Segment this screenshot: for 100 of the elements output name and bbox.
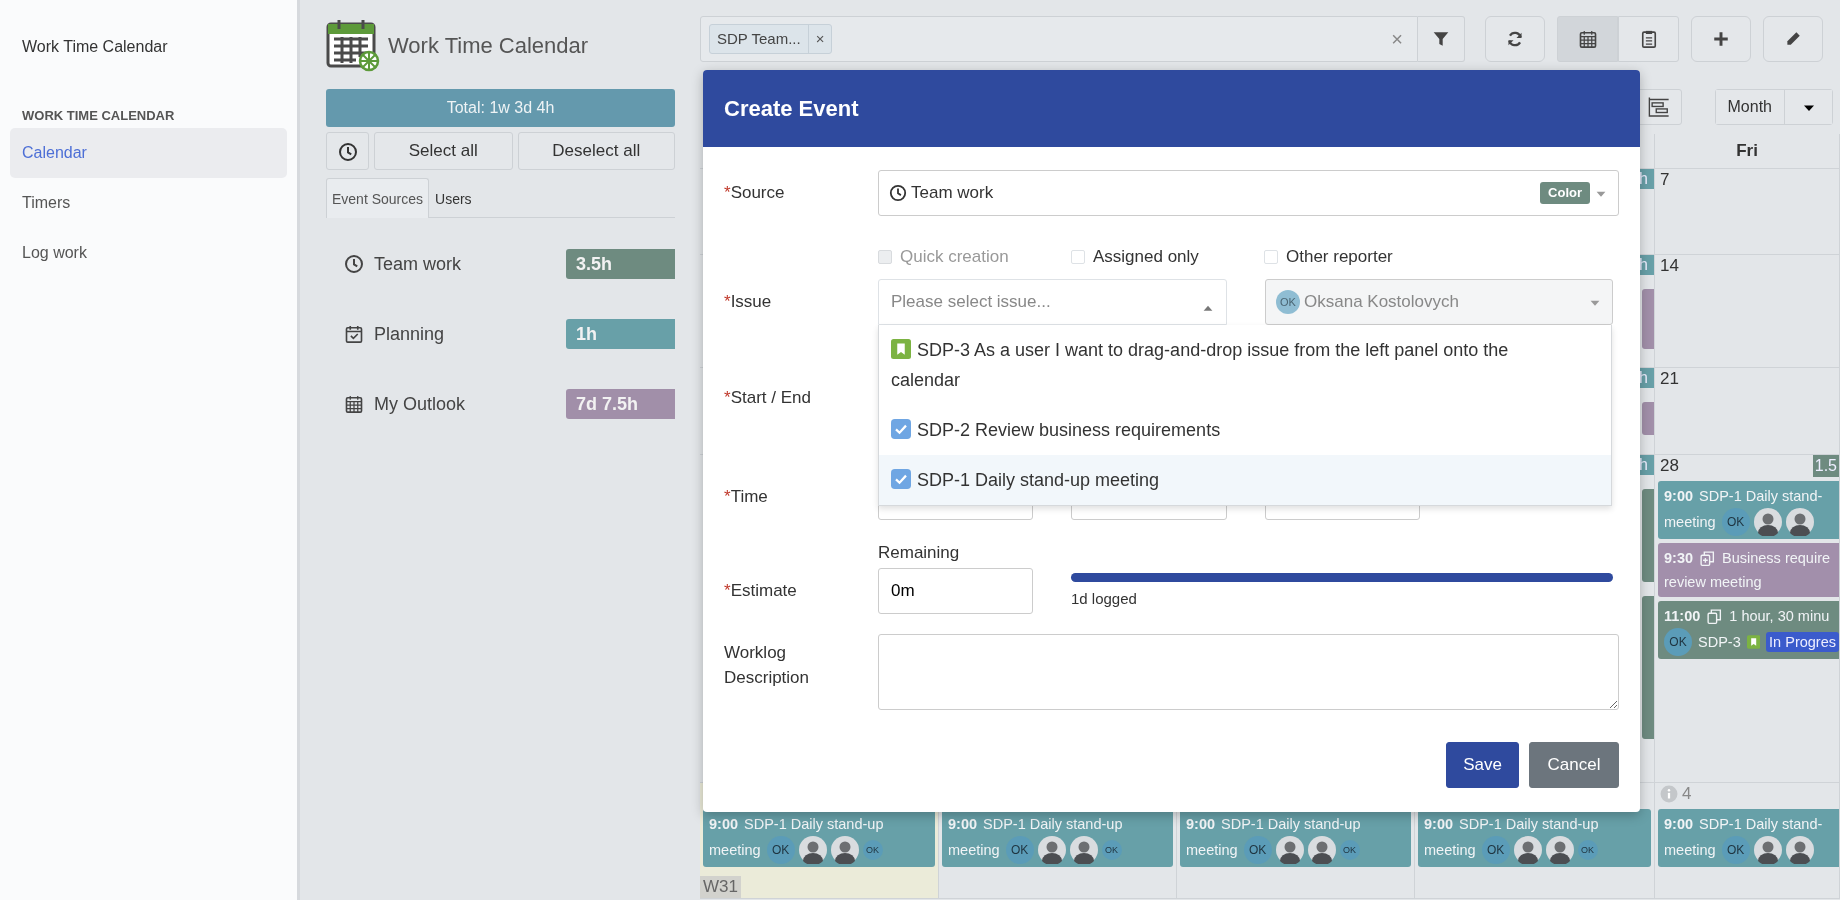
event-title: meeting [709, 841, 761, 860]
source-label: My Outlook [374, 392, 467, 416]
deselect-all-button[interactable]: Deselect all [517, 132, 675, 170]
issue-option[interactable]: SDP-2 Review business requirements [879, 405, 1611, 455]
field-label: *Source [724, 182, 785, 205]
sidebar-item[interactable]: Log work [10, 228, 287, 278]
hours-badge: 3.5h [566, 249, 675, 279]
calendar-icon [1577, 29, 1598, 49]
event-time: 9:00 [709, 815, 739, 834]
event-title: SDP-1 Daily stand- [1699, 487, 1823, 506]
avatar [1275, 836, 1304, 864]
issue-option[interactable]: SDP-1 Daily stand-up meeting [879, 455, 1611, 505]
date-number: 7 [1660, 170, 1670, 190]
event-card[interactable]: 9:00 SDP-1 Daily stand-up meeting OK OK [1180, 809, 1411, 867]
sidebar-item[interactable]: Calendar [10, 128, 287, 178]
logged-text: 1d logged [1071, 589, 1138, 609]
pencil-icon [1784, 30, 1802, 48]
event-title: SDP-1 Daily stand-up [1221, 815, 1361, 834]
avatar [1037, 836, 1066, 864]
plus-icon [1712, 30, 1730, 48]
calendar-logo-icon [326, 18, 382, 72]
color-badge: Color [1540, 182, 1590, 204]
day-header: Fri [1655, 134, 1840, 168]
issue-select[interactable]: Please select issue... [878, 279, 1227, 325]
add-button[interactable] [1691, 16, 1751, 62]
field-label: *Start / End [724, 387, 811, 410]
view-toggle[interactable] [1618, 16, 1679, 62]
event-title: review meeting [1664, 573, 1762, 592]
event-time: 11:00 [1664, 607, 1701, 626]
field-caption: Remaining [878, 543, 961, 563]
save-button[interactable]: Save [1446, 742, 1519, 788]
avatar: OK [1721, 836, 1750, 864]
event-time: 9:00 [1186, 815, 1216, 834]
event-title: Business require [1722, 549, 1831, 568]
refresh-button[interactable] [1485, 16, 1545, 62]
clock-icon [889, 184, 907, 202]
filter-icon [1432, 30, 1450, 48]
event-title: SDP-1 Daily stand-up [1459, 815, 1599, 834]
avatar: OK [1721, 508, 1750, 536]
clock-icon [337, 141, 358, 162]
event-card[interactable]: 11:00 1 hour, 30 minu OK SDP-3 In Progres [1658, 601, 1839, 659]
event-card[interactable]: 9:00 SDP-1 Daily stand-up meeting OK OK [1418, 809, 1651, 867]
avatar [1785, 508, 1814, 536]
gantt-icon [1648, 96, 1671, 118]
hours-badge: 1h [566, 319, 675, 349]
view-select[interactable]: Month [1714, 89, 1833, 125]
issue-option[interactable]: SDP-3 As a user I want to drag-and-drop issue from the left panel onto the calendar [879, 325, 1611, 405]
select-all-button[interactable]: Select all [374, 132, 513, 170]
clock-button[interactable] [326, 132, 369, 170]
app-title: Work Time Calendar [21, 37, 169, 57]
remove-button[interactable]: × [807, 25, 832, 53]
estimate-field[interactable]: 0m [878, 568, 1033, 614]
bookmark-icon [1746, 634, 1761, 650]
avatar: OK [1481, 836, 1510, 864]
tab[interactable]: Event Sources [326, 178, 430, 218]
source-select[interactable]: Team work Color [878, 170, 1619, 216]
copy-icon [1699, 549, 1717, 567]
tag-label: SDP Team... [716, 28, 802, 49]
hours-badge: 7d 7.5h [566, 389, 675, 419]
field-label: *Time [724, 486, 768, 509]
field-label: *Estimate [724, 580, 797, 603]
section-heading: WORK TIME CALENDAR [21, 107, 176, 125]
field-label: Worklog Description [724, 642, 811, 689]
edit-button[interactable] [1763, 16, 1823, 62]
event-time: 9:00 [1664, 487, 1694, 506]
event-time: 9:00 [1664, 815, 1694, 834]
event-card[interactable]: 9:00 SDP-1 Daily stand- meeting OK [1658, 809, 1839, 867]
sidebar-item[interactable]: Timers [10, 178, 287, 228]
filter-field[interactable]: SDP Team... × × [700, 16, 1418, 62]
avatar [1785, 836, 1814, 864]
event-time: 9:00 [1424, 815, 1454, 834]
date-number: 4 [1682, 784, 1692, 804]
bookmark-icon [891, 339, 911, 359]
filter-button[interactable] [1418, 16, 1465, 62]
checkbox-icon [891, 469, 911, 489]
avatar: OK [1243, 836, 1272, 864]
event-title: SDP-1 Daily stand-up [744, 815, 884, 834]
date-number: 28 [1660, 456, 1679, 476]
tab[interactable]: Users [429, 178, 478, 217]
checkbox[interactable] [1071, 250, 1085, 264]
dialog-title: Create Event [703, 70, 1640, 147]
clock-icon [344, 254, 364, 274]
event-card[interactable]: 9:00 SDP-1 Daily stand-up meeting OK OK [942, 809, 1173, 867]
calendar-icon [344, 394, 364, 414]
date-number: 14 [1660, 256, 1679, 276]
avatar [798, 836, 827, 864]
event-title: 1 hour, 30 minu [1729, 607, 1830, 626]
event-title: SDP-1 Daily stand- [1699, 815, 1823, 834]
avatar [830, 836, 859, 864]
description-field[interactable] [878, 634, 1619, 710]
event-time: 9:30 [1664, 549, 1694, 568]
event-card[interactable]: 9:00 SDP-1 Daily stand-up meeting OK OK [703, 809, 935, 867]
week-label: W31 [700, 876, 741, 898]
view-toggle[interactable] [1557, 16, 1618, 62]
cancel-button[interactable]: Cancel [1529, 742, 1619, 788]
avatar [1753, 508, 1782, 536]
checkbox[interactable] [1264, 250, 1278, 264]
event-card[interactable]: 9:00 SDP-1 Daily stand- meeting OK [1658, 481, 1839, 539]
avatar [1069, 836, 1098, 864]
event-title: meeting [1664, 513, 1716, 532]
